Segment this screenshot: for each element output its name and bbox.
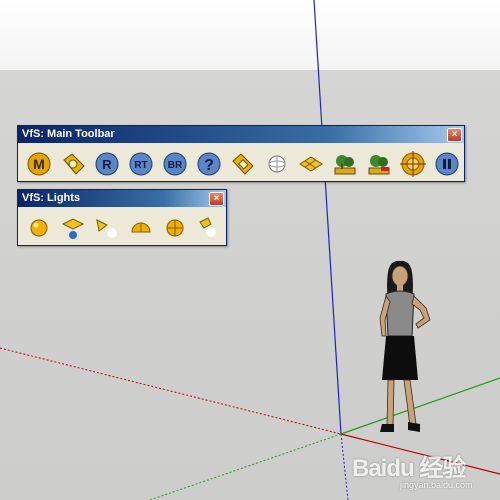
watermark-url: jingyan.baidu.com (400, 480, 473, 490)
lights-toolbar-close-button[interactable]: × (209, 192, 224, 206)
scale-figure-woman[interactable] (372, 258, 442, 438)
green-axis-hidden (149, 433, 342, 500)
render-region-icon: RT (129, 152, 153, 176)
svg-text:M: M (33, 156, 45, 172)
svg-text:BR: BR (168, 160, 183, 171)
plane-grid-icon (299, 156, 323, 172)
m-logo-button[interactable]: M (22, 150, 56, 178)
pause-button[interactable] (430, 150, 464, 178)
material-tag-button[interactable] (226, 150, 260, 178)
main-toolbar-titlebar[interactable]: VfS: Main Toolbar × (18, 126, 464, 143)
spot-light-button[interactable] (90, 214, 124, 242)
blue-axis-hidden (340, 433, 349, 500)
scene-tree-red-button[interactable] (362, 150, 396, 178)
ies-light-button[interactable] (192, 214, 226, 242)
material-tag-icon (232, 153, 254, 175)
watermark-brand: Baidu 经验 (352, 455, 466, 482)
main-toolbar-window[interactable]: VfS: Main Toolbar × M R RT BR ? (17, 125, 465, 182)
svg-text:R: R (102, 157, 112, 172)
render-icon: R (95, 152, 119, 176)
omni-light-button[interactable] (22, 214, 56, 242)
lights-toolbar-title: VfS: Lights (22, 192, 81, 204)
scene-tree-icon (334, 155, 356, 175)
lights-toolbar-titlebar[interactable]: VfS: Lights × (18, 190, 226, 207)
omni-light-icon (30, 219, 48, 237)
plane-grid-button[interactable] (294, 150, 328, 178)
batch-render-button[interactable]: BR (158, 150, 192, 178)
main-toolbar-title: VfS: Main Toolbar (22, 128, 115, 140)
spot-light-icon (96, 219, 117, 238)
sphere-light-button[interactable] (260, 150, 294, 178)
render-region-button[interactable]: RT (124, 150, 158, 178)
pause-icon (435, 152, 459, 176)
tag-settings-button[interactable] (56, 150, 90, 178)
help-icon: ? (197, 152, 221, 176)
blue-axis (313, 0, 342, 435)
lights-toolbar-buttons (22, 214, 226, 242)
target-button[interactable] (396, 150, 430, 178)
scene-tree-red-icon (368, 155, 390, 175)
area-light-button[interactable] (56, 214, 90, 242)
tag-settings-icon (63, 153, 85, 175)
svg-text:?: ? (204, 157, 214, 174)
sphere-light-button-2[interactable] (158, 214, 192, 242)
sphere-light-icon (268, 155, 286, 173)
sphere-light-icon (166, 219, 184, 237)
batch-render-icon: BR (163, 152, 187, 176)
ies-light-icon (199, 217, 216, 237)
render-button[interactable]: R (90, 150, 124, 178)
main-toolbar-buttons: M R RT BR ? (22, 150, 464, 178)
svg-text:RT: RT (134, 160, 147, 171)
target-icon (400, 151, 426, 177)
dome-light-button[interactable] (124, 214, 158, 242)
help-button[interactable]: ? (192, 150, 226, 178)
scene-tree-button[interactable] (328, 150, 362, 178)
m-logo-icon: M (27, 152, 51, 176)
lights-toolbar-window[interactable]: VfS: Lights × (17, 189, 227, 246)
baidu-watermark: Baidu 经验 jingyan.baidu.com (352, 448, 492, 496)
area-light-icon (61, 218, 85, 239)
main-toolbar-close-button[interactable]: × (447, 128, 462, 142)
dome-light-icon (131, 222, 151, 233)
red-axis-hidden (0, 347, 342, 435)
